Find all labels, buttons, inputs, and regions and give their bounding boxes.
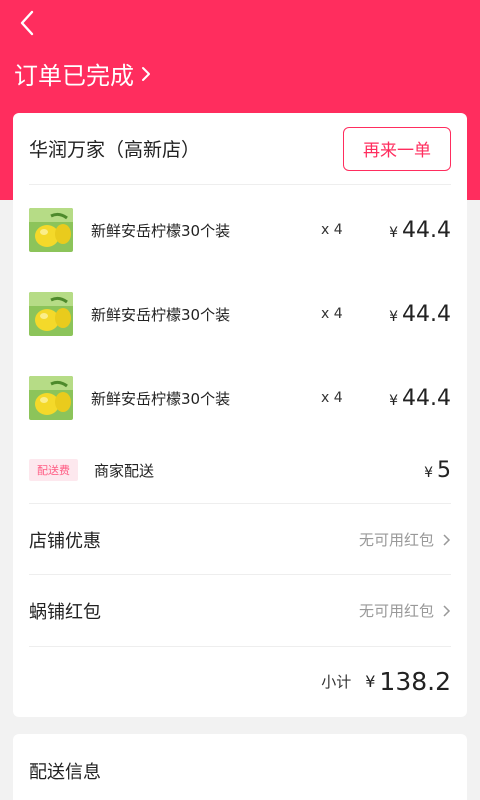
lemon-image [29, 208, 73, 252]
product-thumbnail [29, 208, 73, 252]
chevron-right-icon [443, 604, 451, 617]
product-price: ¥ 44.4 [389, 386, 451, 411]
product-name: 新鲜安岳柠檬30个装 [91, 221, 231, 240]
lemon-image [29, 376, 73, 420]
store-discount-value-wrap: 无可用红包 [359, 529, 451, 550]
subtotal-amount: 138.2 [379, 667, 451, 696]
price-amount: 44.4 [402, 301, 451, 327]
currency-symbol: ¥ [389, 308, 399, 325]
currency-symbol: ¥ [389, 224, 399, 241]
store-row: 华润万家（高新店） 再来一单 [29, 113, 451, 185]
product-name: 新鲜安岳柠檬30个装 [91, 389, 231, 408]
reorder-button[interactable]: 再来一单 [343, 126, 451, 171]
order-status-title: 订单已完成 [14, 62, 134, 90]
list-item[interactable]: 新鲜安岳柠檬30个装 x 4 ¥ 44.4 [29, 206, 451, 254]
red-packet-label: 蜗铺红包 [29, 601, 101, 623]
subtotal-label: 小计 [321, 673, 352, 691]
delivery-info-card: 配送信息 [13, 734, 467, 800]
product-quantity: x 4 [321, 306, 343, 322]
chevron-right-icon [443, 533, 451, 546]
delivery-fee-amount: 5 [437, 457, 451, 483]
product-price: ¥ 44.4 [389, 302, 451, 327]
store-discount-value: 无可用红包 [358, 531, 434, 549]
store-name[interactable]: 华润万家（高新店） [29, 135, 200, 162]
price-amount: 44.4 [402, 217, 451, 243]
red-packet-value: 无可用红包 [358, 602, 434, 620]
back-button[interactable] [10, 6, 44, 40]
price-amount: 44.4 [402, 385, 451, 411]
product-quantity: x 4 [321, 222, 343, 238]
product-name: 新鲜安岳柠檬30个装 [91, 305, 231, 324]
currency-symbol: ¥ [389, 392, 399, 409]
delivery-fee-badge: 配送费 [29, 459, 78, 481]
red-packet-row[interactable]: 蜗铺红包 无可用红包 [29, 574, 451, 646]
chevron-right-icon [142, 66, 150, 81]
list-item[interactable]: 新鲜安岳柠檬30个装 x 4 ¥ 44.4 [29, 374, 451, 422]
order-status-link[interactable]: 订单已完成 [14, 56, 152, 91]
product-thumbnail [29, 292, 73, 336]
delivery-fee-price: ¥ 5 [424, 458, 451, 483]
product-price: ¥ 44.4 [389, 218, 451, 243]
store-discount-label: 店铺优惠 [29, 530, 101, 552]
subtotal-row: 小计 ¥ 138.2 [29, 646, 451, 716]
currency-symbol: ¥ [365, 672, 376, 691]
store-discount-row[interactable]: 店铺优惠 无可用红包 [29, 503, 451, 575]
lemon-image [29, 292, 73, 336]
product-quantity: x 4 [321, 390, 343, 406]
product-thumbnail [29, 376, 73, 420]
currency-symbol: ¥ [424, 464, 433, 481]
red-packet-value-wrap: 无可用红包 [359, 600, 451, 621]
delivery-info-title: 配送信息 [29, 762, 101, 783]
order-card: 华润万家（高新店） 再来一单 新鲜安岳柠檬30个装 x 4 ¥ 44.4 新鲜安… [13, 113, 467, 717]
list-item[interactable]: 新鲜安岳柠檬30个装 x 4 ¥ 44.4 [29, 290, 451, 338]
delivery-fee-row: 配送费 商家配送 ¥ 5 [29, 453, 451, 487]
delivery-method: 商家配送 [94, 461, 155, 480]
chevron-left-icon [20, 10, 34, 36]
